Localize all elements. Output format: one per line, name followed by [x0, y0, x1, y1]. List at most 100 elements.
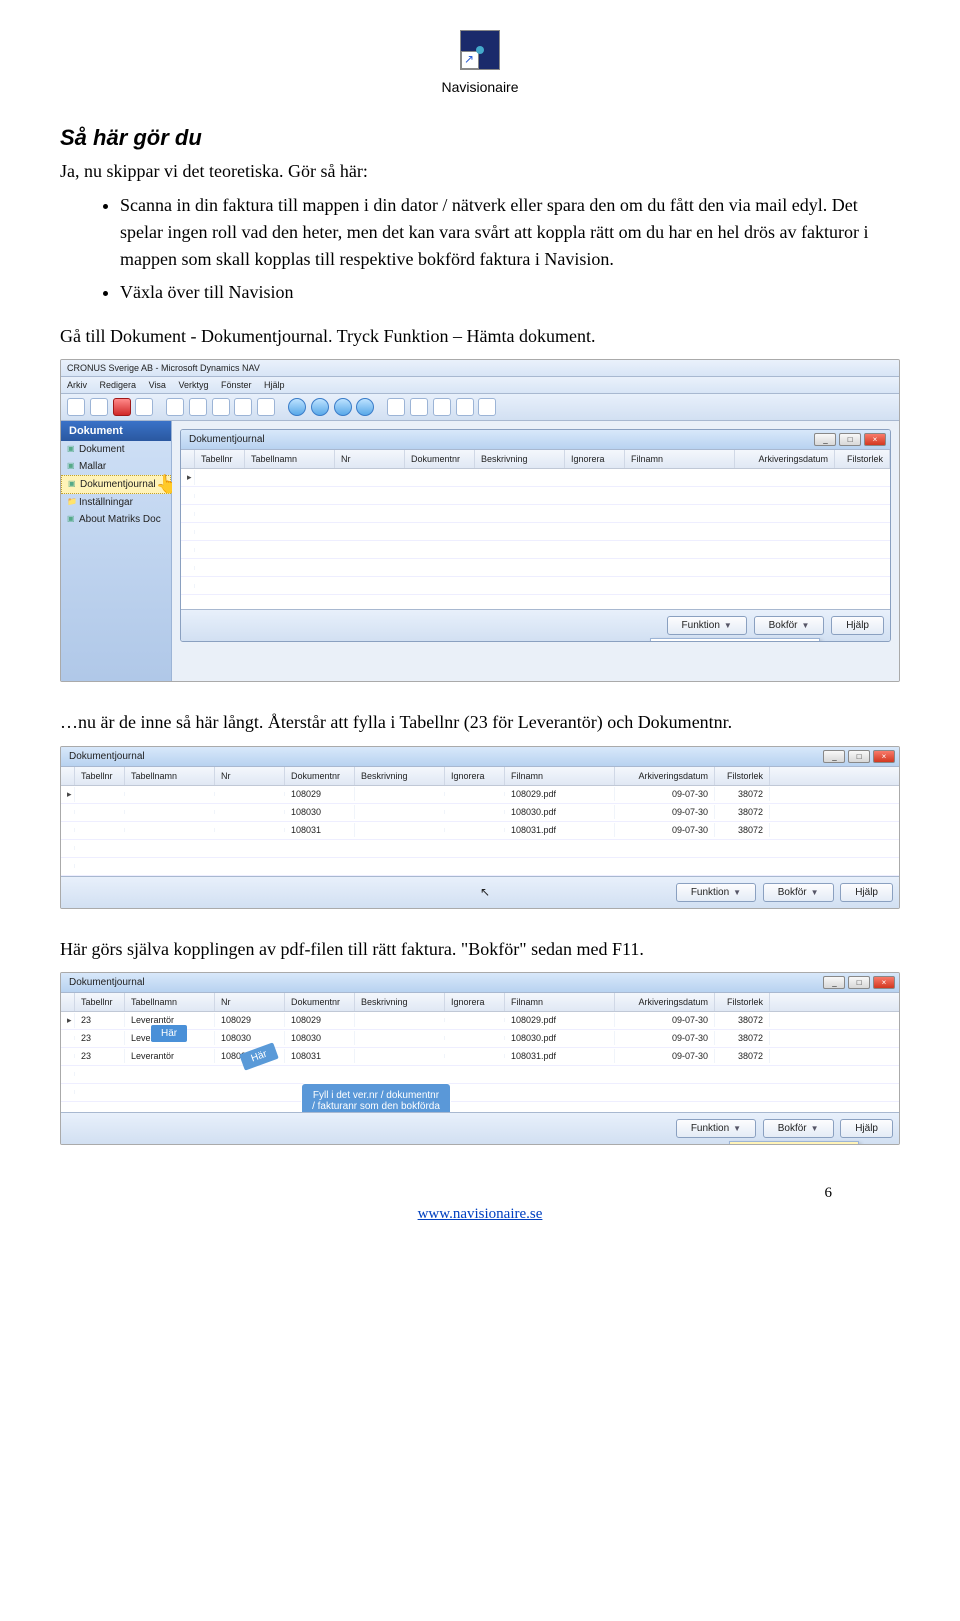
menu-item[interactable]: Verktyg	[178, 380, 208, 390]
bullet-list: Scanna in din faktura till mappen i din …	[120, 192, 900, 306]
intro-paragraph: Ja, nu skippar vi det teoretiska. Gör så…	[60, 159, 900, 184]
menu-bar: Arkiv Redigera Visa Verktyg Fönster Hjäl…	[61, 377, 899, 394]
maximize-icon[interactable]: □	[848, 976, 870, 989]
nav-first-icon[interactable]	[288, 398, 306, 416]
page-number: 6	[825, 1185, 833, 1202]
funktion-button[interactable]: Funktion▼	[676, 883, 756, 902]
col-dokumentnr[interactable]: Dokumentnr	[285, 767, 355, 785]
sidebar-item-dokumentjournal[interactable]: Dokumentjournal 👆	[61, 475, 171, 494]
sidebar-item-dokument[interactable]: Dokument	[61, 441, 171, 458]
close-icon[interactable]: ×	[864, 433, 886, 446]
col-filstorlek[interactable]: Filstorlek	[715, 767, 770, 785]
col-filnamn[interactable]: Filnamn	[505, 767, 615, 785]
toolbar-icon[interactable]	[166, 398, 184, 416]
toolbar-icon[interactable]	[257, 398, 275, 416]
menu-item[interactable]: Redigera	[100, 380, 137, 390]
table-row[interactable]	[61, 858, 899, 876]
logo-icon	[460, 30, 500, 70]
col-ignorera[interactable]: Ignorera	[445, 767, 505, 785]
table-row[interactable]	[61, 1084, 899, 1102]
inner-title: Dokumentjournal _ □ ×	[61, 973, 899, 993]
funktion-button[interactable]: Funktion▼	[676, 1119, 756, 1138]
sidebar-item-mallar[interactable]: Mallar	[61, 458, 171, 475]
close-icon[interactable]: ×	[873, 750, 895, 763]
menu-item[interactable]: Visa	[149, 380, 166, 390]
col-tabellnamn[interactable]: Tabellnamn	[125, 767, 215, 785]
col-arkivdatum[interactable]: Arkiveringsdatum	[735, 450, 835, 468]
col-filstorlek[interactable]: Filstorlek	[835, 450, 890, 468]
col-arkivdatum[interactable]: Arkiveringsdatum	[615, 993, 715, 1011]
col-ignorera[interactable]: Ignorera	[445, 993, 505, 1011]
toolbar-icon[interactable]	[433, 398, 451, 416]
toolbar-icon[interactable]	[387, 398, 405, 416]
hjalp-button[interactable]: Hjälp	[840, 883, 893, 902]
maximize-icon[interactable]: □	[848, 750, 870, 763]
menu-item[interactable]: Fönster	[221, 380, 252, 390]
col-tabellnamn[interactable]: Tabellnamn	[125, 993, 215, 1011]
screenshot-1: CRONUS Sverige AB - Microsoft Dynamics N…	[60, 359, 900, 682]
table-row[interactable]	[61, 840, 899, 858]
toolbar-icon[interactable]	[67, 398, 85, 416]
col-beskrivning[interactable]: Beskrivning	[355, 767, 445, 785]
col-beskrivning[interactable]: Beskrivning	[475, 450, 565, 468]
sidebar-item-about[interactable]: About Matriks Doc	[61, 511, 171, 528]
nav-next-icon[interactable]	[334, 398, 352, 416]
table-row[interactable]	[61, 1066, 899, 1084]
bokfor-button[interactable]: Bokför▼	[763, 883, 834, 902]
col-nr[interactable]: Nr	[215, 993, 285, 1011]
toolbar-icon[interactable]	[189, 398, 207, 416]
col-filnamn[interactable]: Filnamn	[505, 993, 615, 1011]
funktion-button[interactable]: Funktion▼	[667, 616, 747, 635]
sidebar-item-installningar[interactable]: Inställningar	[61, 494, 171, 511]
col-nr[interactable]: Nr	[335, 450, 405, 468]
col-tabellnr[interactable]: Tabellnr	[195, 450, 245, 468]
table-row[interactable]	[181, 505, 890, 523]
minimize-icon[interactable]: _	[814, 433, 836, 446]
minimize-icon[interactable]: _	[823, 976, 845, 989]
toolbar-icon[interactable]	[410, 398, 428, 416]
table-row[interactable]	[181, 577, 890, 595]
nav-last-icon[interactable]	[356, 398, 374, 416]
table-row[interactable]	[181, 559, 890, 577]
bokfor-button[interactable]: Bokför▼	[754, 616, 825, 635]
col-tabellnr[interactable]: Tabellnr	[75, 993, 125, 1011]
page-footer: 6 www.navisionaire.se	[60, 1205, 900, 1223]
col-dokumentnr[interactable]: Dokumentnr	[285, 993, 355, 1011]
table-row[interactable]	[181, 523, 890, 541]
menu-item-bokfor[interactable]: BokförF11	[730, 1142, 858, 1145]
hjalp-button[interactable]: Hjälp	[840, 1119, 893, 1138]
table-row[interactable]: ▸	[181, 469, 890, 487]
table-row[interactable]	[181, 541, 890, 559]
menu-item-visa[interactable]: VisaShift+Ctrl+V	[651, 639, 819, 642]
delete-icon[interactable]	[113, 398, 131, 416]
table-row[interactable]: 108030108030.pdf09-07-3038072	[61, 804, 899, 822]
col-dokumentnr[interactable]: Dokumentnr	[405, 450, 475, 468]
table-row[interactable]: ▸108029108029.pdf09-07-3038072	[61, 786, 899, 804]
table-row[interactable]	[181, 487, 890, 505]
toolbar-icon[interactable]	[90, 398, 108, 416]
hjalp-button[interactable]: Hjälp	[831, 616, 884, 635]
col-tabellnamn[interactable]: Tabellnamn	[245, 450, 335, 468]
toolbar-icon[interactable]	[478, 398, 496, 416]
col-beskrivning[interactable]: Beskrivning	[355, 993, 445, 1011]
close-icon[interactable]: ×	[873, 976, 895, 989]
col-filnamn[interactable]: Filnamn	[625, 450, 735, 468]
bokfor-button[interactable]: Bokför▼	[763, 1119, 834, 1138]
toolbar-icon[interactable]	[456, 398, 474, 416]
minimize-icon[interactable]: _	[823, 750, 845, 763]
col-nr[interactable]: Nr	[215, 767, 285, 785]
menu-item[interactable]: Arkiv	[67, 380, 87, 390]
col-tabellnr[interactable]: Tabellnr	[75, 767, 125, 785]
maximize-icon[interactable]: □	[839, 433, 861, 446]
col-ignorera[interactable]: Ignorera	[565, 450, 625, 468]
nav-prev-icon[interactable]	[311, 398, 329, 416]
col-filstorlek[interactable]: Filstorlek	[715, 993, 770, 1011]
footer-link[interactable]: www.navisionaire.se	[418, 1206, 543, 1222]
toolbar-icon[interactable]	[234, 398, 252, 416]
table-row[interactable]: 108031108031.pdf09-07-3038072	[61, 822, 899, 840]
col-arkivdatum[interactable]: Arkiveringsdatum	[615, 767, 715, 785]
table-row[interactable]: 23Leverantör108031108031108031.pdf09-07-…	[61, 1048, 899, 1066]
toolbar-icon[interactable]	[212, 398, 230, 416]
toolbar-icon[interactable]	[135, 398, 153, 416]
menu-item[interactable]: Hjälp	[264, 380, 285, 390]
